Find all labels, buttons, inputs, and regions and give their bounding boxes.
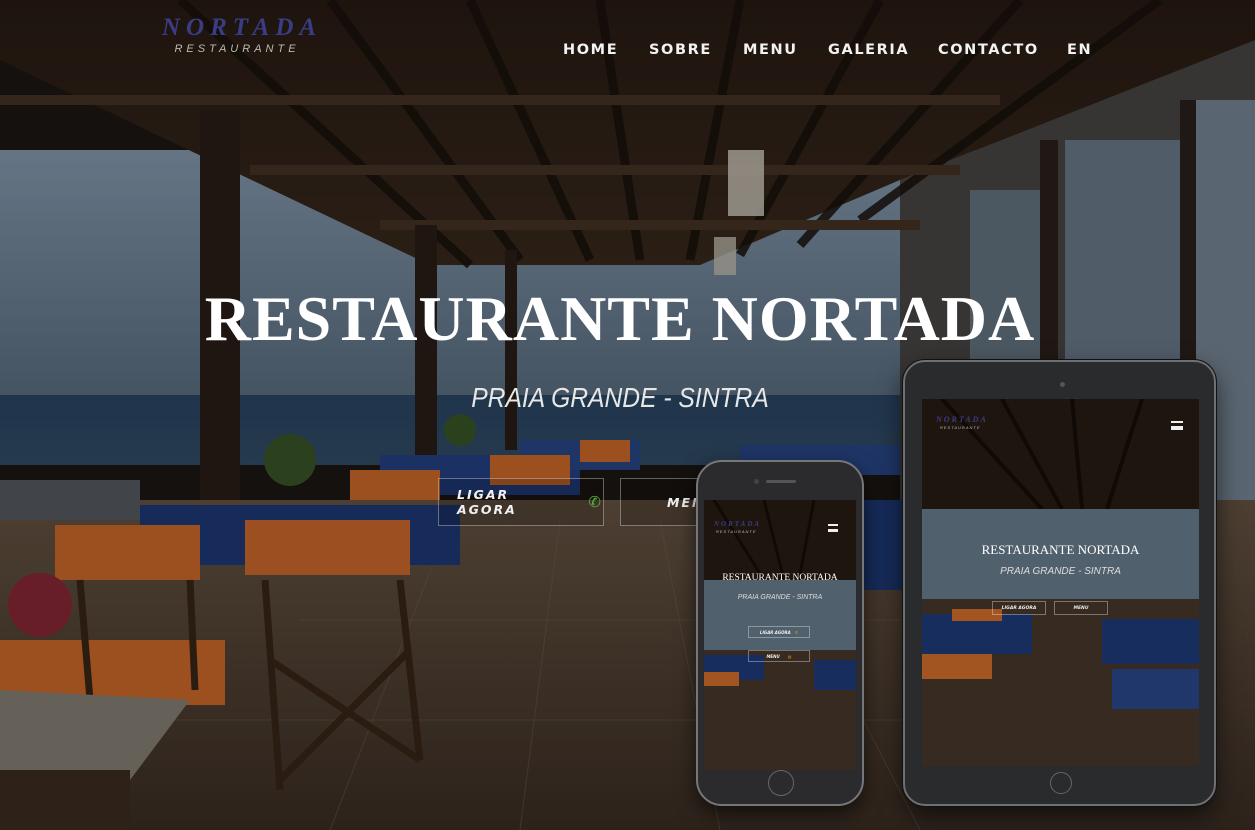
phone-camera — [754, 479, 759, 484]
tablet-logo-subtitle: RESTAURANTE — [940, 425, 981, 430]
tablet-call-label: LIGAR AGORA — [1001, 605, 1037, 611]
tablet-menu-button[interactable]: MENU — [1054, 601, 1108, 615]
phone-screen: NORTADA RESTAURANTE RESTAURANTE NORTADA … — [704, 500, 856, 770]
nav-item-sobre[interactable]: SOBRE — [649, 42, 712, 58]
tablet-call-button[interactable]: LIGAR AGORA — [992, 601, 1046, 615]
nav-item-language-en[interactable]: EN — [1067, 42, 1092, 58]
phone-call-button[interactable]: LIGAR AGORA ✆ — [748, 626, 810, 638]
tablet-hero-subtitle: PRAIA GRANDE - SINTRA — [1000, 566, 1121, 577]
phone-speaker — [766, 480, 796, 483]
tablet-hamburger-icon[interactable] — [1171, 421, 1183, 430]
tablet-hero-title: RESTAURANTE NORTADA — [981, 542, 1140, 557]
nav-item-menu[interactable]: MENU — [743, 42, 798, 58]
main-navigation: HOME SOBRE MENU GALERIA CONTACTO EN — [0, 42, 1255, 64]
phone-logo-subtitle: RESTAURANTE — [716, 529, 757, 534]
nav-item-contacto[interactable]: CONTACTO — [938, 42, 1039, 58]
logo-name: NORTADA — [162, 14, 323, 41]
phone-call-label: LIGAR AGORA — [759, 629, 791, 635]
phone-mockup: NORTADA RESTAURANTE RESTAURANTE NORTADA … — [696, 460, 864, 806]
phone-menu-label: MENU — [766, 653, 780, 659]
tablet-logo: NORTADA — [936, 415, 988, 424]
phone-icon: ✆ — [588, 493, 603, 511]
phone-home-button — [768, 770, 794, 796]
tablet-screen-photo — [922, 399, 1199, 766]
phone-menu-button[interactable]: MENU ▤ — [748, 650, 810, 662]
nav-item-home[interactable]: HOME — [563, 42, 618, 58]
call-now-label: LIGAR AGORA — [457, 487, 517, 517]
phone-hero-subtitle: PRAIA GRANDE - SINTRA — [737, 594, 823, 601]
tablet-menu-label: MENU — [1073, 605, 1089, 611]
phone-call-icon: ✆ — [794, 629, 799, 635]
phone-logo: NORTADA — [714, 520, 762, 528]
phone-hero-title: RESTAURANTE NORTADA — [722, 573, 838, 583]
tablet-camera — [1060, 382, 1065, 387]
tablet-home-button — [1050, 772, 1072, 794]
nav-item-galeria[interactable]: GALERIA — [828, 42, 909, 58]
tablet-screen: NORTADA RESTAURANTE RESTAURANTE NORTADA … — [922, 399, 1199, 766]
tablet-mockup: NORTADA RESTAURANTE RESTAURANTE NORTADA … — [903, 360, 1216, 806]
menu-book-icon: ▤ — [787, 653, 792, 659]
call-now-button[interactable]: LIGAR AGORA ✆ — [438, 478, 604, 526]
hero-title: RESTAURANTE NORTADA — [204, 283, 1036, 354]
phone-hamburger-icon[interactable] — [828, 524, 838, 532]
